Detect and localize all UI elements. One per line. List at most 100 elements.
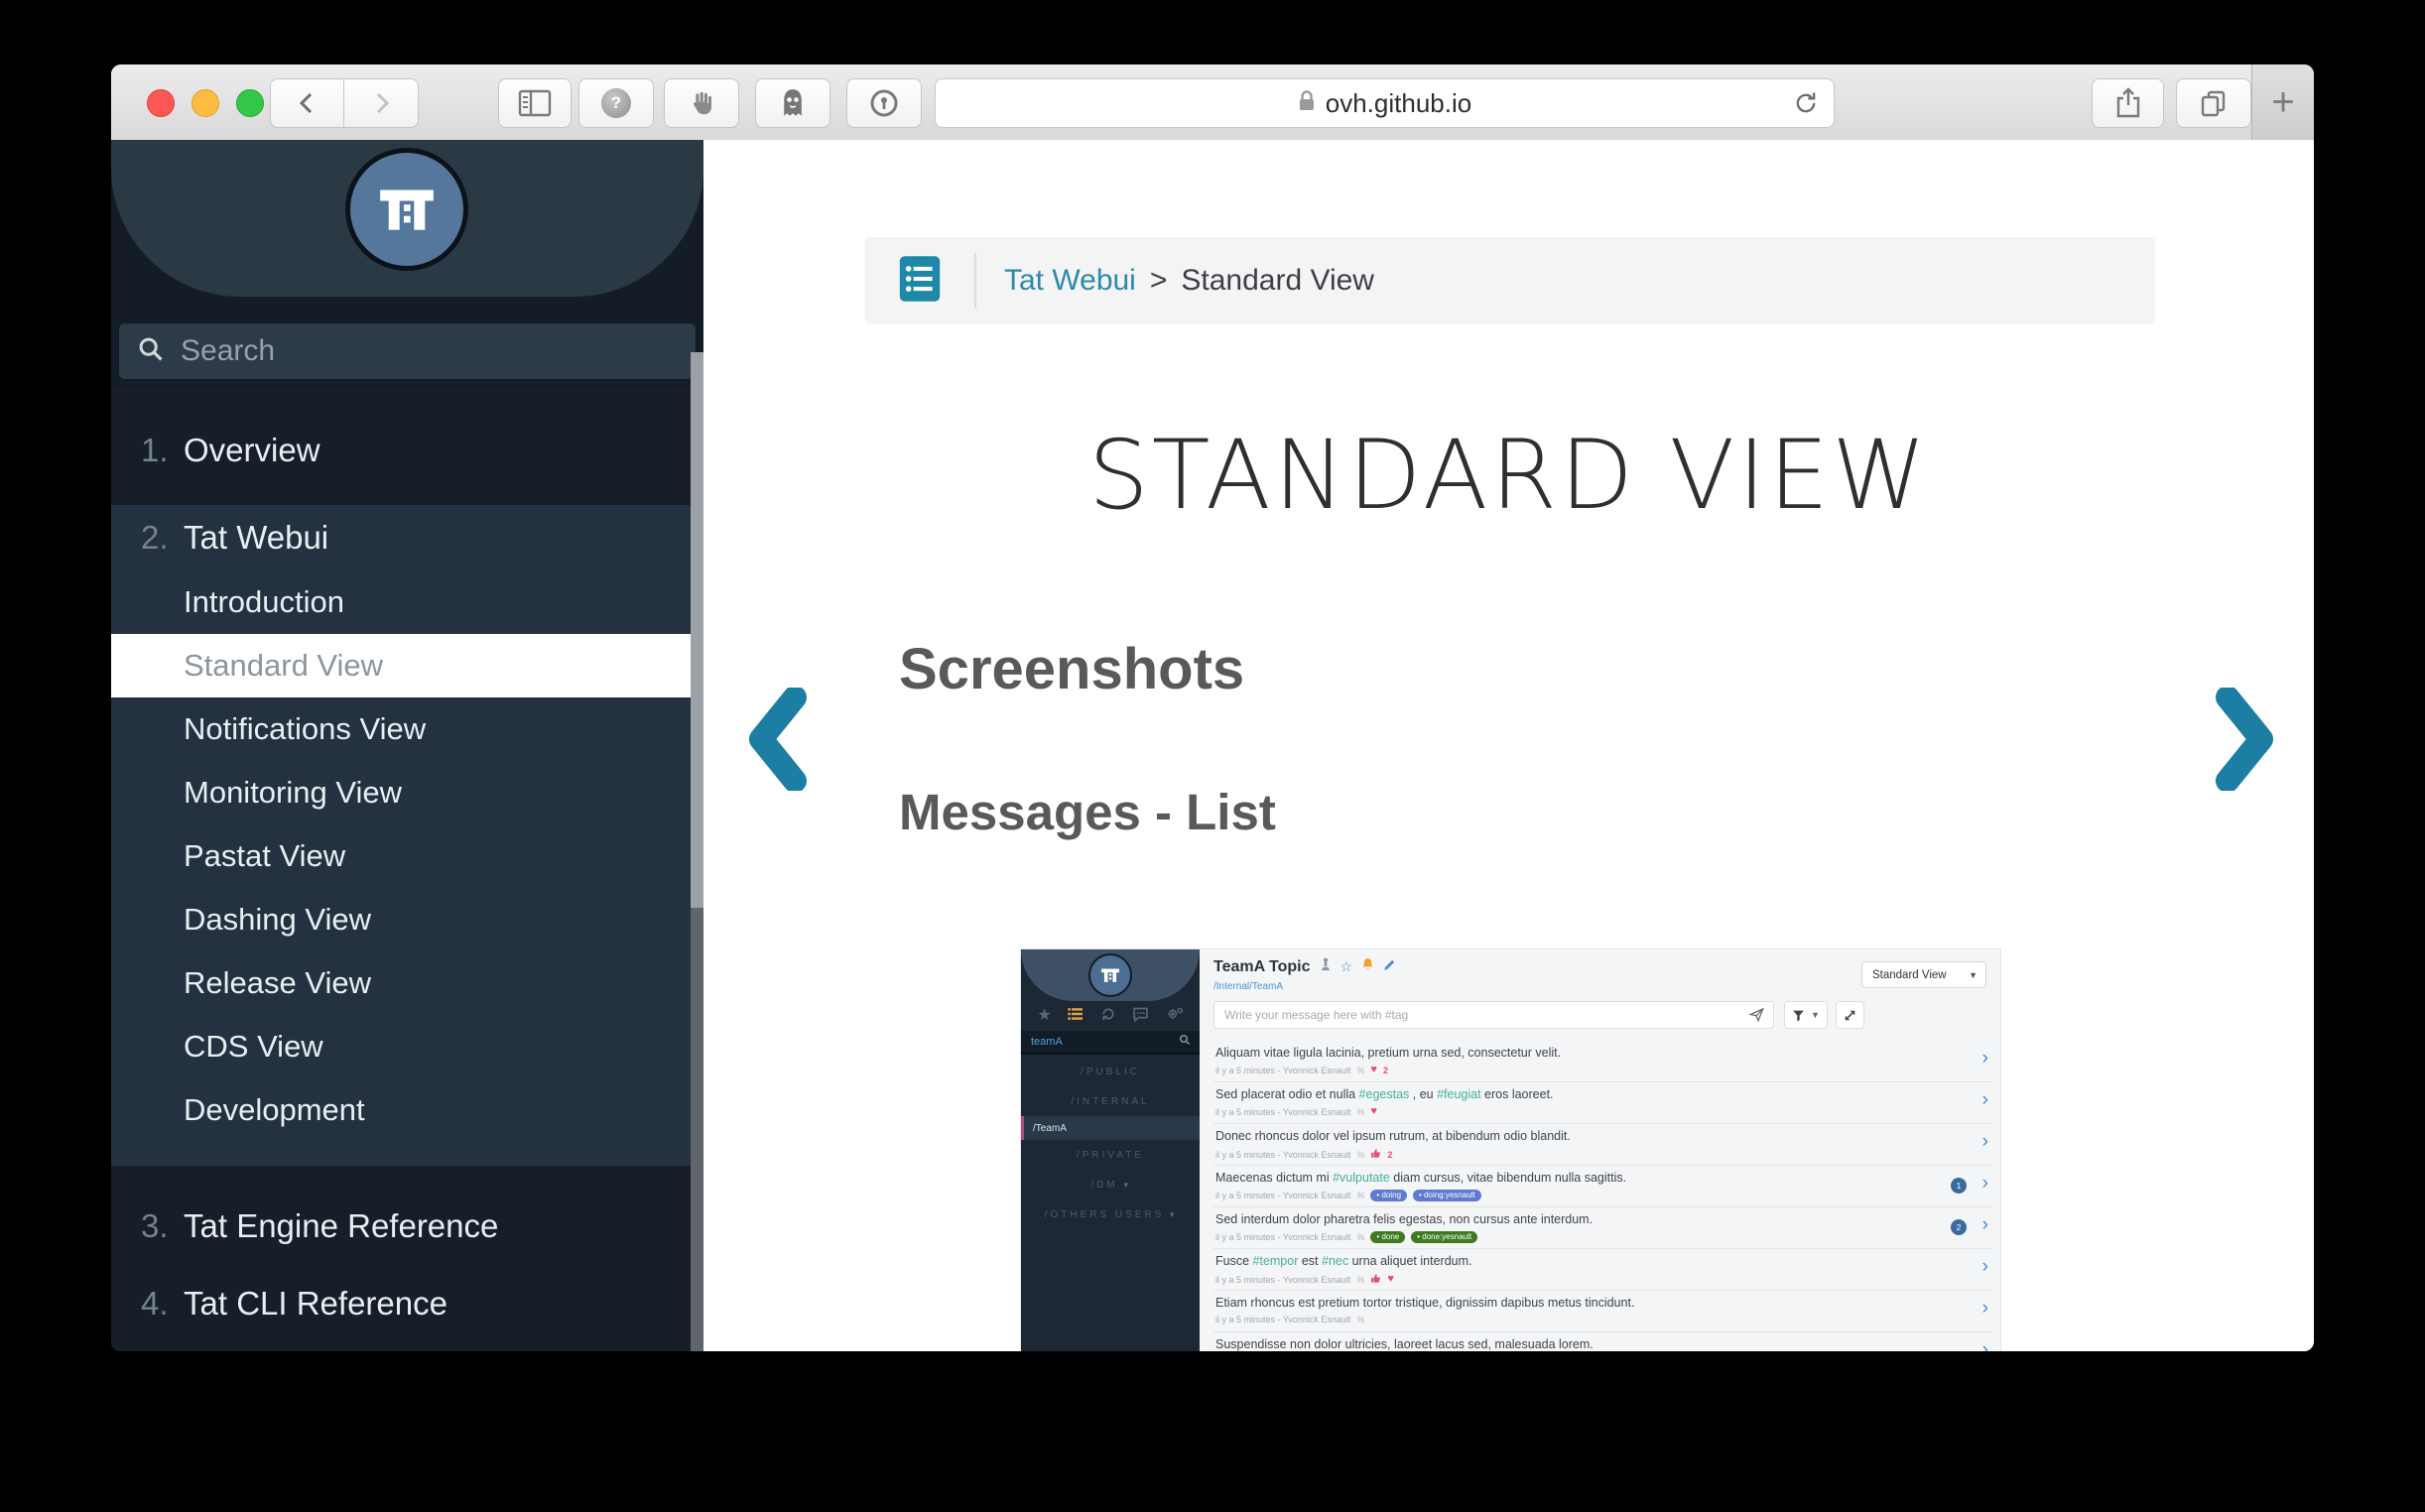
item-label: Standard View <box>184 648 383 684</box>
forward-icon <box>364 86 398 120</box>
back-button[interactable] <box>270 78 344 128</box>
hand-icon <box>687 88 716 118</box>
app-view-selector-value: Standard View <box>1872 969 1969 981</box>
refresh-button[interactable] <box>1792 89 1820 122</box>
message-timestamp-author: il y a 5 minutes - Yvonnick Esnault <box>1215 1315 1350 1324</box>
sidebar-item-tat-webui[interactable]: 2.Tat Webui <box>111 505 703 570</box>
message-tag: #nec <box>1322 1254 1348 1268</box>
minimize-button[interactable] <box>191 89 219 117</box>
item-label: Pastat View <box>184 838 345 874</box>
message-label-done: • done <box>1370 1231 1405 1243</box>
sidebar-item-dashing-view[interactable]: Dashing View <box>111 888 703 951</box>
message-row: Maecenas dictum mi #vulputate diam cursu… <box>1213 1166 1992 1207</box>
sidebar-item-pastat-view[interactable]: Pastat View <box>111 824 703 888</box>
message-open-chevron-icon: › <box>1982 1299 1988 1318</box>
message-text-part: est <box>1298 1254 1322 1268</box>
item-number: 3. <box>141 1207 169 1245</box>
sidebar-section: 3.Tat Engine Reference4.Tat CLI Referenc… <box>111 1166 703 1351</box>
sidebar-item-notifications-view[interactable]: Notifications View <box>111 697 703 761</box>
message-row: Fusce #tempor est #nec urna aliquet inte… <box>1213 1249 1992 1291</box>
app-composer: ▼ <box>1213 1001 1986 1029</box>
standard-view-screenshot-image[interactable]: ★ teamA /PUBLIC/INTERNAL/TeamA/PRIVATE/D… <box>1021 949 2000 1351</box>
sidebar-item-monitoring-view[interactable]: Monitoring View <box>111 761 703 824</box>
message-tag: #feugiat <box>1437 1087 1480 1101</box>
message-text-part: Sed placerat odio et nulla <box>1215 1087 1359 1101</box>
message-tag: #vulputate <box>1333 1171 1390 1185</box>
sidebar-toggle-icon <box>517 88 553 118</box>
sidebar-item-release-view[interactable]: Release View <box>111 951 703 1015</box>
app-tat-logo <box>1088 953 1132 997</box>
search-input[interactable] <box>179 333 678 369</box>
sidebar-item-tat-engine-reference[interactable]: 3.Tat Engine Reference <box>111 1188 703 1265</box>
fullscreen-button[interactable] <box>236 89 264 117</box>
star-outline-icon: ☆ <box>1340 958 1353 975</box>
sidebar-item-tat-cli-reference[interactable]: 4.Tat CLI Reference <box>111 1265 703 1342</box>
message-text-part: , eu <box>1409 1087 1437 1101</box>
close-button[interactable] <box>147 89 175 117</box>
sidebar-scrollbar-thumb[interactable] <box>691 352 703 908</box>
message-row: Donec rhoncus dolor vel ipsum rutrum, at… <box>1213 1124 1992 1166</box>
prev-page-arrow[interactable] <box>743 688 815 791</box>
reaction-count: 2 <box>1387 1150 1392 1160</box>
breadcrumb-link[interactable]: Tat Webui <box>1004 264 1136 298</box>
sidebar-item-standard-view[interactable]: Standard View <box>111 634 703 697</box>
next-page-arrow[interactable] <box>2208 688 2279 791</box>
extension-button-help[interactable]: ? <box>578 78 654 128</box>
message-tag: #egestas <box>1359 1087 1410 1101</box>
url-bar[interactable]: ovh.github.io <box>935 78 1835 128</box>
share-button[interactable] <box>2092 78 2164 128</box>
tat-logo[interactable] <box>345 148 468 271</box>
app-sidebar: ★ teamA /PUBLIC/INTERNAL/TeamA/PRIVATE/D… <box>1021 949 1200 1351</box>
extension-button-blocker[interactable] <box>664 78 739 128</box>
tat-logo-glyph <box>368 171 446 248</box>
message-open-chevron-icon: › <box>1982 1340 1988 1351</box>
message-row: Sed interdum dolor pharetra felis egesta… <box>1213 1207 1992 1249</box>
sidebar-scrollbar-track[interactable] <box>691 352 703 1351</box>
sidebar-item-cds-view[interactable]: CDS View <box>111 1015 703 1078</box>
sidebar-toggle-button[interactable] <box>498 78 572 128</box>
message-text-part: urna aliquet interdum. <box>1348 1254 1471 1268</box>
url-text: ovh.github.io <box>1326 88 1471 119</box>
page-title: STANDARD VIEW <box>703 426 2314 526</box>
message-tag: #tempor <box>1253 1254 1299 1268</box>
thumb-up-icon <box>1370 1273 1381 1286</box>
topic-label: /PRIVATE <box>1077 1150 1144 1161</box>
funnel-icon <box>1792 1009 1805 1022</box>
sidebar-item-development[interactable]: Development <box>111 1078 703 1142</box>
app-topic-others-users: /OTHERS USERS▼ <box>1021 1199 1200 1229</box>
pencil-icon <box>1383 958 1396 976</box>
message-text: Maecenas dictum mi #vulputate diam cursu… <box>1215 1171 1626 1185</box>
doc-list-icon <box>898 255 942 308</box>
browser-window: ? ovh.github.io + <box>111 64 2314 1351</box>
window-controls <box>147 89 264 117</box>
message-open-chevron-icon: › <box>1982 1090 1988 1109</box>
lock-icon <box>1298 89 1316 118</box>
message-text: Aliquam vitae ligula lacinia, pretium ur… <box>1215 1046 1561 1060</box>
new-tab-button[interactable]: + <box>2251 64 2314 140</box>
history-icon <box>1100 1006 1116 1026</box>
sidebar-search[interactable] <box>119 323 696 379</box>
app-view-selector: Standard View ▼ <box>1861 961 1986 988</box>
extension-button-password[interactable] <box>846 78 922 128</box>
message-row: Suspendisse non dolor ultricies, laoreet… <box>1213 1332 1992 1351</box>
message-text: Etiam rhoncus est pretium tortor tristiq… <box>1215 1296 1634 1310</box>
message-timestamp-author: il y a 5 minutes - Yvonnick Esnault <box>1215 1191 1350 1200</box>
message-meta: il y a 5 minutes - Yvonnick Esnault%♥ <box>1215 1273 1394 1286</box>
app-search-value: teamA <box>1031 1036 1179 1048</box>
link-icon: % <box>1356 1150 1364 1160</box>
app-topic-title: TeamA Topic <box>1213 958 1311 976</box>
screenshot-stage: ? ovh.github.io + <box>0 0 2425 1512</box>
breadcrumb-divider <box>974 253 976 309</box>
caret-down-icon: ▼ <box>1811 1010 1820 1020</box>
plus-icon: + <box>2271 80 2294 125</box>
sidebar-item-introduction[interactable]: Introduction <box>111 570 703 634</box>
item-label: Release View <box>184 965 371 1001</box>
tab-overview-button[interactable] <box>2176 78 2251 128</box>
heart-icon: ♥ <box>1370 1106 1377 1117</box>
forward-button[interactable] <box>343 78 419 128</box>
sidebar-item-overview[interactable]: 1.Overview <box>111 414 703 487</box>
extension-button-ghostery[interactable] <box>755 78 830 128</box>
message-timestamp-author: il y a 5 minutes - Yvonnick Esnault <box>1215 1066 1350 1075</box>
link-icon: % <box>1356 1107 1364 1117</box>
thumb-up-icon <box>1370 1148 1381 1161</box>
